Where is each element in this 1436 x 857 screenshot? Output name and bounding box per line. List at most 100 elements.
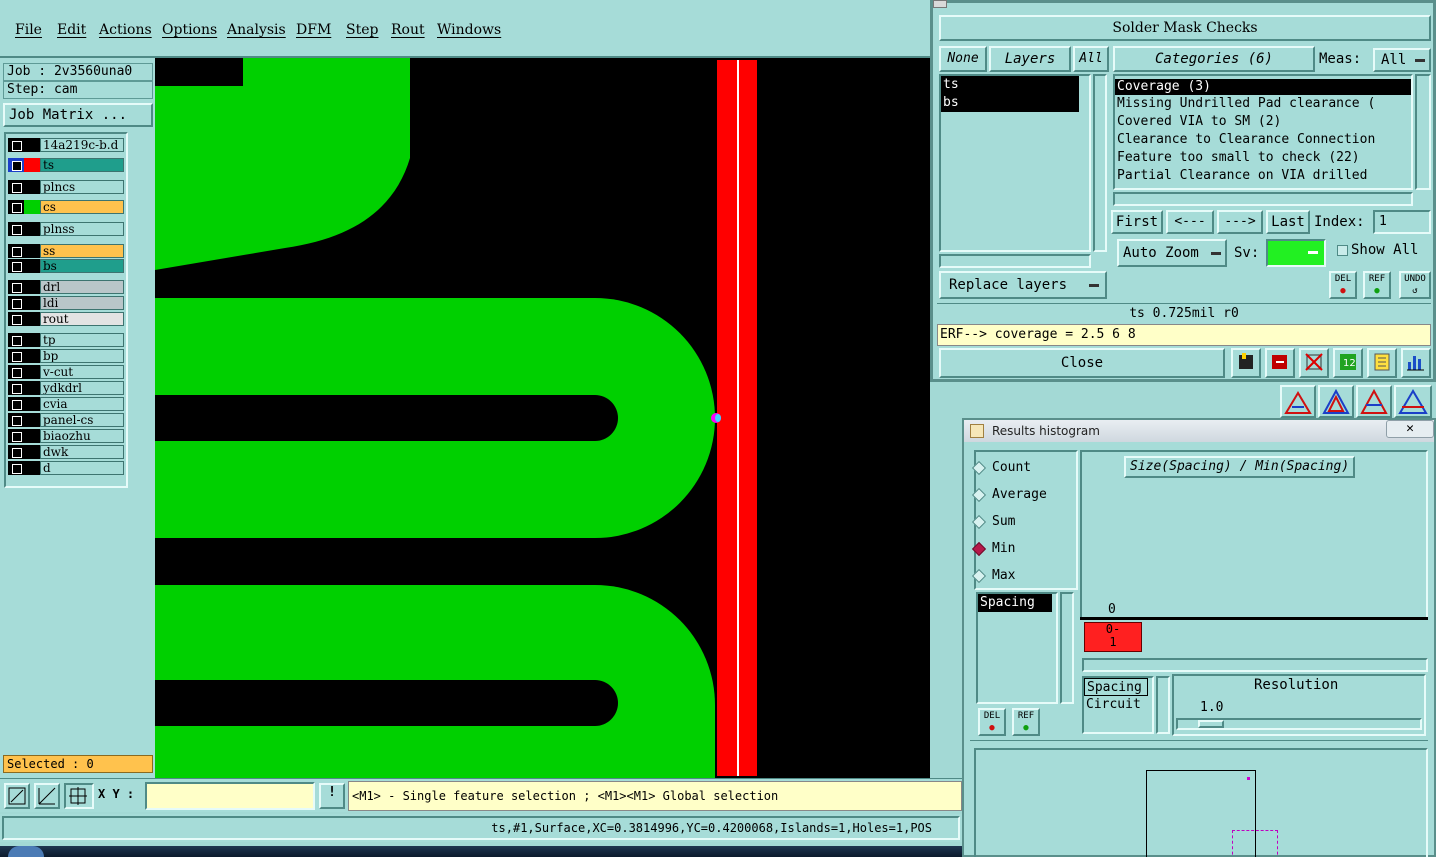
layer-name[interactable]: biaozhu [40,429,124,443]
notes-button[interactable] [1367,348,1397,378]
menu-file[interactable]: File [15,22,42,38]
layer-row-ldi[interactable]: ldi [8,296,124,310]
layer-checkbox[interactable] [8,280,24,294]
layer-checkbox[interactable] [8,200,24,214]
layer-color-swatch[interactable] [24,381,40,395]
histogram-hscroll[interactable] [1082,658,1428,672]
layer-color-swatch[interactable] [24,259,40,273]
mode-count-radio[interactable]: Count [971,460,1031,475]
layer-checkbox[interactable] [8,244,24,258]
layer-color-swatch[interactable] [24,280,40,294]
del-button[interactable]: DEL ● [1329,271,1357,299]
measure-button[interactable] [34,783,60,809]
list-item[interactable]: Circuit [1084,696,1152,714]
layer-checkbox[interactable] [8,381,24,395]
layer-checkbox[interactable] [8,180,24,194]
layer-color-swatch[interactable] [24,397,40,411]
hist-ref-button[interactable]: REF ● [1012,708,1040,736]
exit-button[interactable] [1265,348,1295,378]
list-item[interactable]: Spacing [978,594,1052,612]
layer-color-swatch[interactable] [24,429,40,443]
layer-name[interactable]: v-cut [40,365,124,379]
menu-step[interactable]: Step [346,22,378,38]
start-button-icon[interactable] [8,846,44,857]
xy-input[interactable] [145,782,315,810]
layer-row-v-cut[interactable]: v-cut [8,365,124,379]
layer-row-ydkdrl[interactable]: ydkdrl [8,381,124,395]
snap-button[interactable] [64,783,94,809]
layer-row-bs[interactable]: bs [8,259,124,273]
tool-button-4[interactable] [1394,385,1432,418]
layers-button[interactable]: Layers [989,46,1071,72]
undo-button[interactable]: UNDO ↺ [1399,271,1431,299]
layer-name[interactable]: bs [40,259,124,273]
layer-checkbox[interactable] [8,158,24,172]
histogram-bin[interactable]: 0- 1 [1084,622,1142,652]
layer-color-swatch[interactable] [24,158,40,172]
layer-name[interactable]: dwk [40,445,124,459]
layer-color-swatch[interactable] [24,244,40,258]
sort-button[interactable]: 12 [1333,348,1363,378]
layer-row-ss[interactable]: ss [8,244,124,258]
layer-list-scrollbar[interactable] [1093,74,1107,252]
layer-color-swatch[interactable] [24,180,40,194]
layer-checkbox[interactable] [8,429,24,443]
close-button[interactable]: Close [939,348,1225,378]
none-button[interactable]: None [939,46,987,72]
list-item[interactable]: Partial Clearance on VIA drilled [1115,167,1411,185]
attribute-list[interactable]: Spacing [976,592,1058,704]
layer-color-swatch[interactable] [24,200,40,214]
layer-name[interactable]: ss [40,244,124,258]
alert-button[interactable]: ! [319,783,345,809]
job-matrix-button[interactable]: Job Matrix ... [3,103,153,127]
resolution-slider[interactable] [1176,718,1422,730]
categories-scrollbar[interactable] [1415,74,1431,190]
attribute-list-scrollbar[interactable] [1060,592,1074,704]
layer-color-swatch[interactable] [24,296,40,310]
layer-name[interactable]: ydkdrl [40,381,124,395]
show-all-checkbox[interactable] [1337,245,1348,256]
layer-color-swatch[interactable] [24,365,40,379]
layer-checkbox[interactable] [8,333,24,347]
layer-name[interactable]: drl [40,280,124,294]
layer-row-d[interactable]: d [8,461,124,475]
auto-zoom-dropdown[interactable]: Auto Zoom [1117,239,1227,267]
menu-actions[interactable]: Actions [99,22,152,38]
layer-row-drl[interactable]: drl [8,280,124,294]
list-item[interactable]: ts [941,76,1079,94]
layer-name[interactable]: cs [40,200,124,214]
report-button[interactable] [1231,348,1261,378]
all-layers-button[interactable]: All [1073,46,1109,72]
layer-color-swatch[interactable] [24,222,40,236]
layer-checkbox[interactable] [8,222,24,236]
layer-color-swatch[interactable] [24,138,40,152]
layer-row-bp[interactable]: bp [8,349,124,363]
mode-sum-radio[interactable]: Sum [971,514,1015,529]
sv-dropdown[interactable] [1266,239,1326,267]
tool-button-2[interactable] [1318,385,1354,418]
menu-options[interactable]: Options [162,22,217,38]
layer-color-swatch[interactable] [24,413,40,427]
layer-name[interactable]: panel-cs [40,413,124,427]
categories-list[interactable]: Coverage (3) Missing Undrilled Pad clear… [1113,74,1413,190]
layer-color-swatch[interactable] [24,445,40,459]
check-layer-list[interactable]: ts bs [939,74,1091,252]
histogram-button[interactable] [1401,348,1431,378]
tool-button-1[interactable] [1280,385,1316,418]
layer-name[interactable]: tp [40,333,124,347]
layer-color-swatch[interactable] [24,461,40,475]
meas-dropdown[interactable]: All [1373,48,1431,72]
layer-name[interactable]: cvia [40,397,124,411]
layer-row-dwk[interactable]: dwk [8,445,124,459]
layer-name[interactable]: bp [40,349,124,363]
layer-checkbox[interactable] [8,138,24,152]
list-item[interactable]: Covered VIA to SM (2) [1115,113,1411,131]
list-item[interactable]: Feature too small to check (22) [1115,149,1411,167]
layer-name[interactable]: ldi [40,296,124,310]
categories-button[interactable]: Categories (6) [1113,46,1315,72]
next-button[interactable]: ---> [1217,210,1263,234]
hist-del-button[interactable]: DEL ● [978,708,1006,736]
layer-row-tp[interactable]: tp [8,333,124,347]
prev-button[interactable]: <--- [1166,210,1214,234]
replace-layers-dropdown[interactable]: Replace layers [939,271,1107,299]
